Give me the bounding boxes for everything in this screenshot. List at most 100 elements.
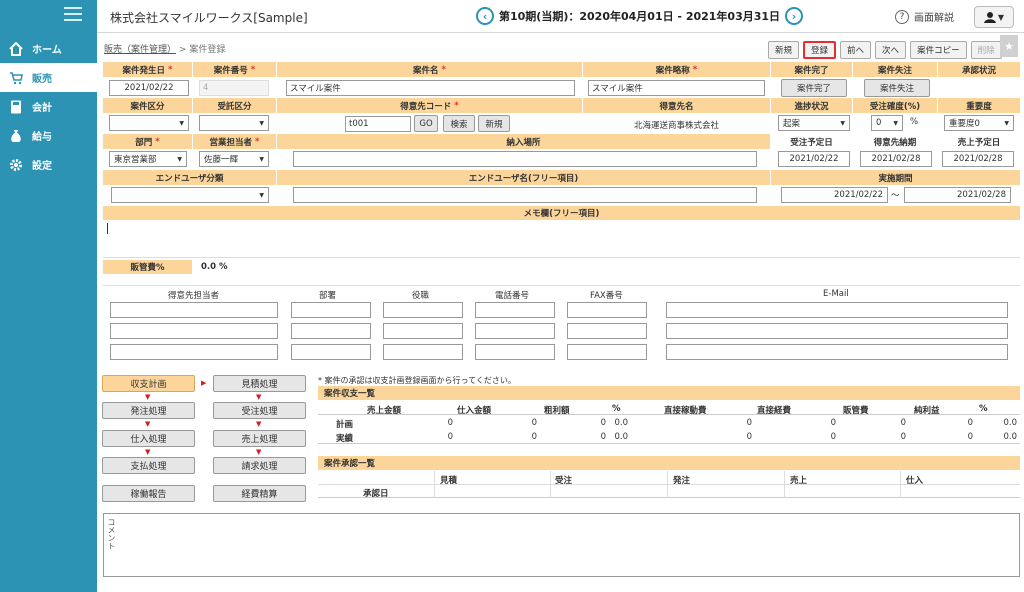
breadcrumb-sep: > (178, 45, 187, 55)
contact-name-input[interactable] (110, 323, 278, 339)
dropdown-arrow-icon: ▼ (179, 119, 184, 127)
sidebar-item-label: 設定 (32, 161, 52, 172)
delivery-date-input[interactable]: 2021/02/28 (860, 151, 932, 167)
user-menu-button[interactable]: ▼ (974, 6, 1014, 28)
label-sales-date: 売上予定日 (938, 134, 1020, 149)
label-number: 案件番号 * (193, 62, 277, 77)
contact-title-input[interactable] (383, 344, 463, 360)
sidebar-item-home[interactable]: ホーム (0, 34, 97, 63)
dropdown-arrow-icon: ▼ (893, 119, 898, 127)
summary-value-cell: 0 (967, 432, 973, 442)
flow-expense-button[interactable]: 経費精算 (213, 485, 306, 502)
sga-value: 0.0 % (201, 262, 228, 272)
period-start-input[interactable]: 2021/02/22 (781, 187, 888, 203)
next-button[interactable]: 次へ (875, 41, 907, 59)
go-button[interactable]: GO (414, 115, 438, 132)
summary-header-cell: 直接稼動費 (664, 406, 707, 416)
lost-button[interactable]: 案件失注 (864, 79, 930, 97)
summary-header-cell: 仕入金額 (457, 406, 492, 416)
summary-header-cell: % (612, 404, 621, 414)
progress-select[interactable]: 起案 ▼ (778, 115, 850, 131)
flow-purchase-button[interactable]: 仕入処理 (102, 430, 195, 447)
probability-select[interactable]: 0 ▼ (871, 115, 903, 131)
flow-arrow-icon: ▼ (256, 420, 262, 428)
enduser-name-input[interactable] (293, 187, 757, 203)
contact-phone-input[interactable] (475, 302, 555, 318)
short-name-input[interactable]: スマイル案件 (588, 80, 765, 96)
money-bag-icon (9, 129, 23, 143)
sidebar-item-sales[interactable]: 販売 (0, 63, 97, 92)
complete-button[interactable]: 案件完了 (781, 79, 847, 97)
enduser-type-select[interactable]: ▼ (111, 187, 269, 203)
flow-order-button[interactable]: 受注処理 (213, 402, 306, 419)
prev-period-icon[interactable]: ‹ (476, 7, 494, 25)
contact-header-phone: 電話番号 (495, 291, 530, 301)
favorite-star-icon[interactable]: ★ (1000, 35, 1018, 57)
flow-billing-button[interactable]: 請求処理 (213, 457, 306, 474)
delivery-place-input[interactable] (293, 151, 757, 167)
customer-code-input[interactable]: t001 (345, 116, 411, 132)
summary-value-cell: 0 (830, 418, 836, 428)
contact-email-input[interactable] (666, 344, 1008, 360)
contact-phone-input[interactable] (475, 344, 555, 360)
hamburger-menu-icon[interactable] (64, 7, 82, 23)
summary-title: 案件収支一覧 (318, 386, 1020, 400)
category-select[interactable]: ▼ (109, 115, 189, 131)
help-link[interactable]: ? 画面解説 (895, 9, 954, 24)
percent-label: % (910, 117, 919, 127)
flow-plan-button[interactable]: 収支計画 (102, 375, 195, 392)
contact-email-input[interactable] (666, 323, 1008, 339)
staff-select[interactable]: 佐藤一輝 ▼ (199, 151, 269, 167)
flow-estimate-button[interactable]: 見積処理 (213, 375, 306, 392)
top-header: 株式会社スマイルワークス[Sample] ‹ 第10期(当期)：2020年04月… (97, 0, 1024, 33)
new-button[interactable]: 新規 (768, 41, 800, 59)
contact-dept-input[interactable] (291, 344, 371, 360)
flow-payment-button[interactable]: 支払処理 (102, 457, 195, 474)
dept-select[interactable]: 東京営業部 ▼ (109, 151, 187, 167)
new-customer-button[interactable]: 新規 (478, 115, 510, 132)
contact-email-input[interactable] (666, 302, 1008, 318)
contact-fax-input[interactable] (567, 323, 647, 339)
summary-row-label: 実績 (336, 434, 354, 444)
flow-work-report-button[interactable]: 稼働報告 (102, 485, 195, 502)
copy-button[interactable]: 案件コピー (910, 41, 967, 59)
breadcrumb-parent[interactable]: 販売（案件管理） (104, 45, 176, 55)
contact-phone-input[interactable] (475, 323, 555, 339)
period-end-input[interactable]: 2021/02/28 (904, 187, 1011, 203)
comment-label: コメント (107, 518, 116, 550)
next-period-icon[interactable]: › (785, 7, 804, 25)
flow-arrow-icon: ▶ (201, 379, 207, 387)
contact-title-input[interactable] (383, 323, 463, 339)
label-complete: 案件完了 (771, 62, 853, 77)
date-input[interactable]: 2021/02/22 (109, 80, 189, 96)
register-button[interactable]: 登録 (803, 41, 837, 59)
order-type-select[interactable]: ▼ (199, 115, 269, 131)
order-date-input[interactable]: 2021/02/22 (778, 151, 850, 167)
contact-fax-input[interactable] (567, 302, 647, 318)
flow-sales-button[interactable]: 売上処理 (213, 430, 306, 447)
contact-name-input[interactable] (110, 302, 278, 318)
company-name: 株式会社スマイルワークス[Sample] (110, 11, 308, 25)
sidebar-item-payroll[interactable]: 給与 (0, 121, 97, 150)
contact-dept-input[interactable] (291, 302, 371, 318)
contact-dept-input[interactable] (291, 323, 371, 339)
prev-button[interactable]: 前へ (840, 41, 872, 59)
sidebar-item-accounting[interactable]: 会計 (0, 92, 97, 121)
sales-date-input[interactable]: 2021/02/28 (942, 151, 1014, 167)
sidebar-item-settings[interactable]: 設定 (0, 150, 97, 179)
label-sga: 販管費% (103, 260, 193, 274)
label-enduser-type: エンドユーザ分類 (103, 170, 277, 185)
period-selector: ‹ 第10期(当期)：2020年04月01日 - 2021年03月31日 › (476, 7, 804, 25)
flow-purchase-order-button[interactable]: 発注処理 (102, 402, 195, 419)
flow-arrow-icon: ▼ (145, 393, 151, 401)
importance-select[interactable]: 重要度0 ▼ (944, 115, 1014, 131)
summary-value-cell: 0 (447, 432, 453, 442)
contact-fax-input[interactable] (567, 344, 647, 360)
memo-textarea[interactable] (103, 220, 1020, 258)
name-input[interactable]: スマイル案件 (286, 80, 575, 96)
search-button[interactable]: 検索 (443, 115, 475, 132)
comment-textarea[interactable]: コメント (103, 513, 1020, 577)
contact-name-input[interactable] (110, 344, 278, 360)
delete-button: 削除 (970, 41, 1002, 59)
contact-title-input[interactable] (383, 302, 463, 318)
